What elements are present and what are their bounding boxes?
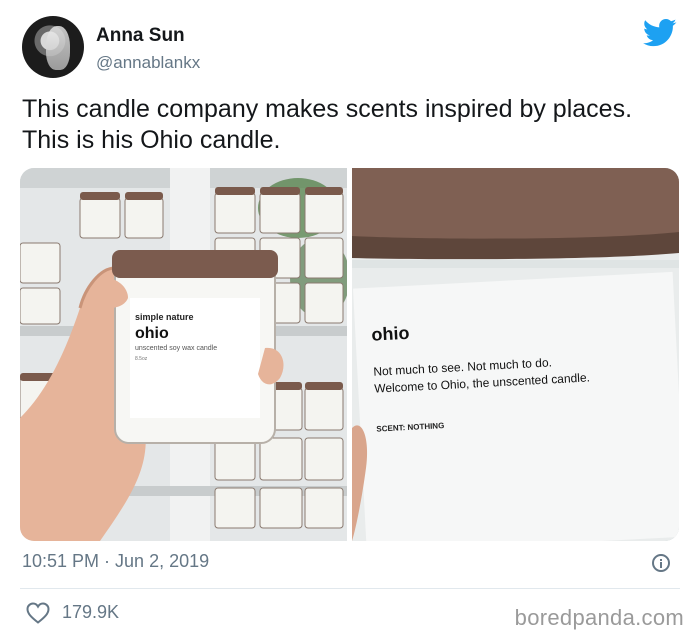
- left-label-product: ohio: [135, 325, 169, 342]
- left-label-brand: simple nature: [135, 312, 194, 322]
- info-icon[interactable]: [652, 554, 670, 572]
- user-handle[interactable]: @annablankx: [96, 53, 200, 73]
- photo-left[interactable]: simple nature ohio unscented soy wax can…: [20, 168, 347, 541]
- twitter-bird-icon[interactable]: [643, 18, 677, 48]
- divider: [20, 588, 680, 589]
- photo-right[interactable]: ohio Not much to see. Not much to do. We…: [352, 168, 679, 541]
- like-count[interactable]: 179.9K: [62, 602, 119, 623]
- watermark: boredpanda.com: [514, 605, 684, 630]
- left-label-subtitle: unscented soy wax candle: [135, 345, 217, 352]
- tweet-timestamp[interactable]: 10:51 PM · Jun 2, 2019: [22, 551, 209, 572]
- right-label-product: ohio: [371, 323, 410, 345]
- avatar[interactable]: [22, 16, 84, 78]
- user-name[interactable]: Anna Sun: [96, 25, 185, 47]
- heart-icon[interactable]: [26, 602, 50, 624]
- tweet-text: This candle company makes scents inspire…: [22, 95, 633, 154]
- left-label-weight: 8.5oz: [135, 356, 148, 362]
